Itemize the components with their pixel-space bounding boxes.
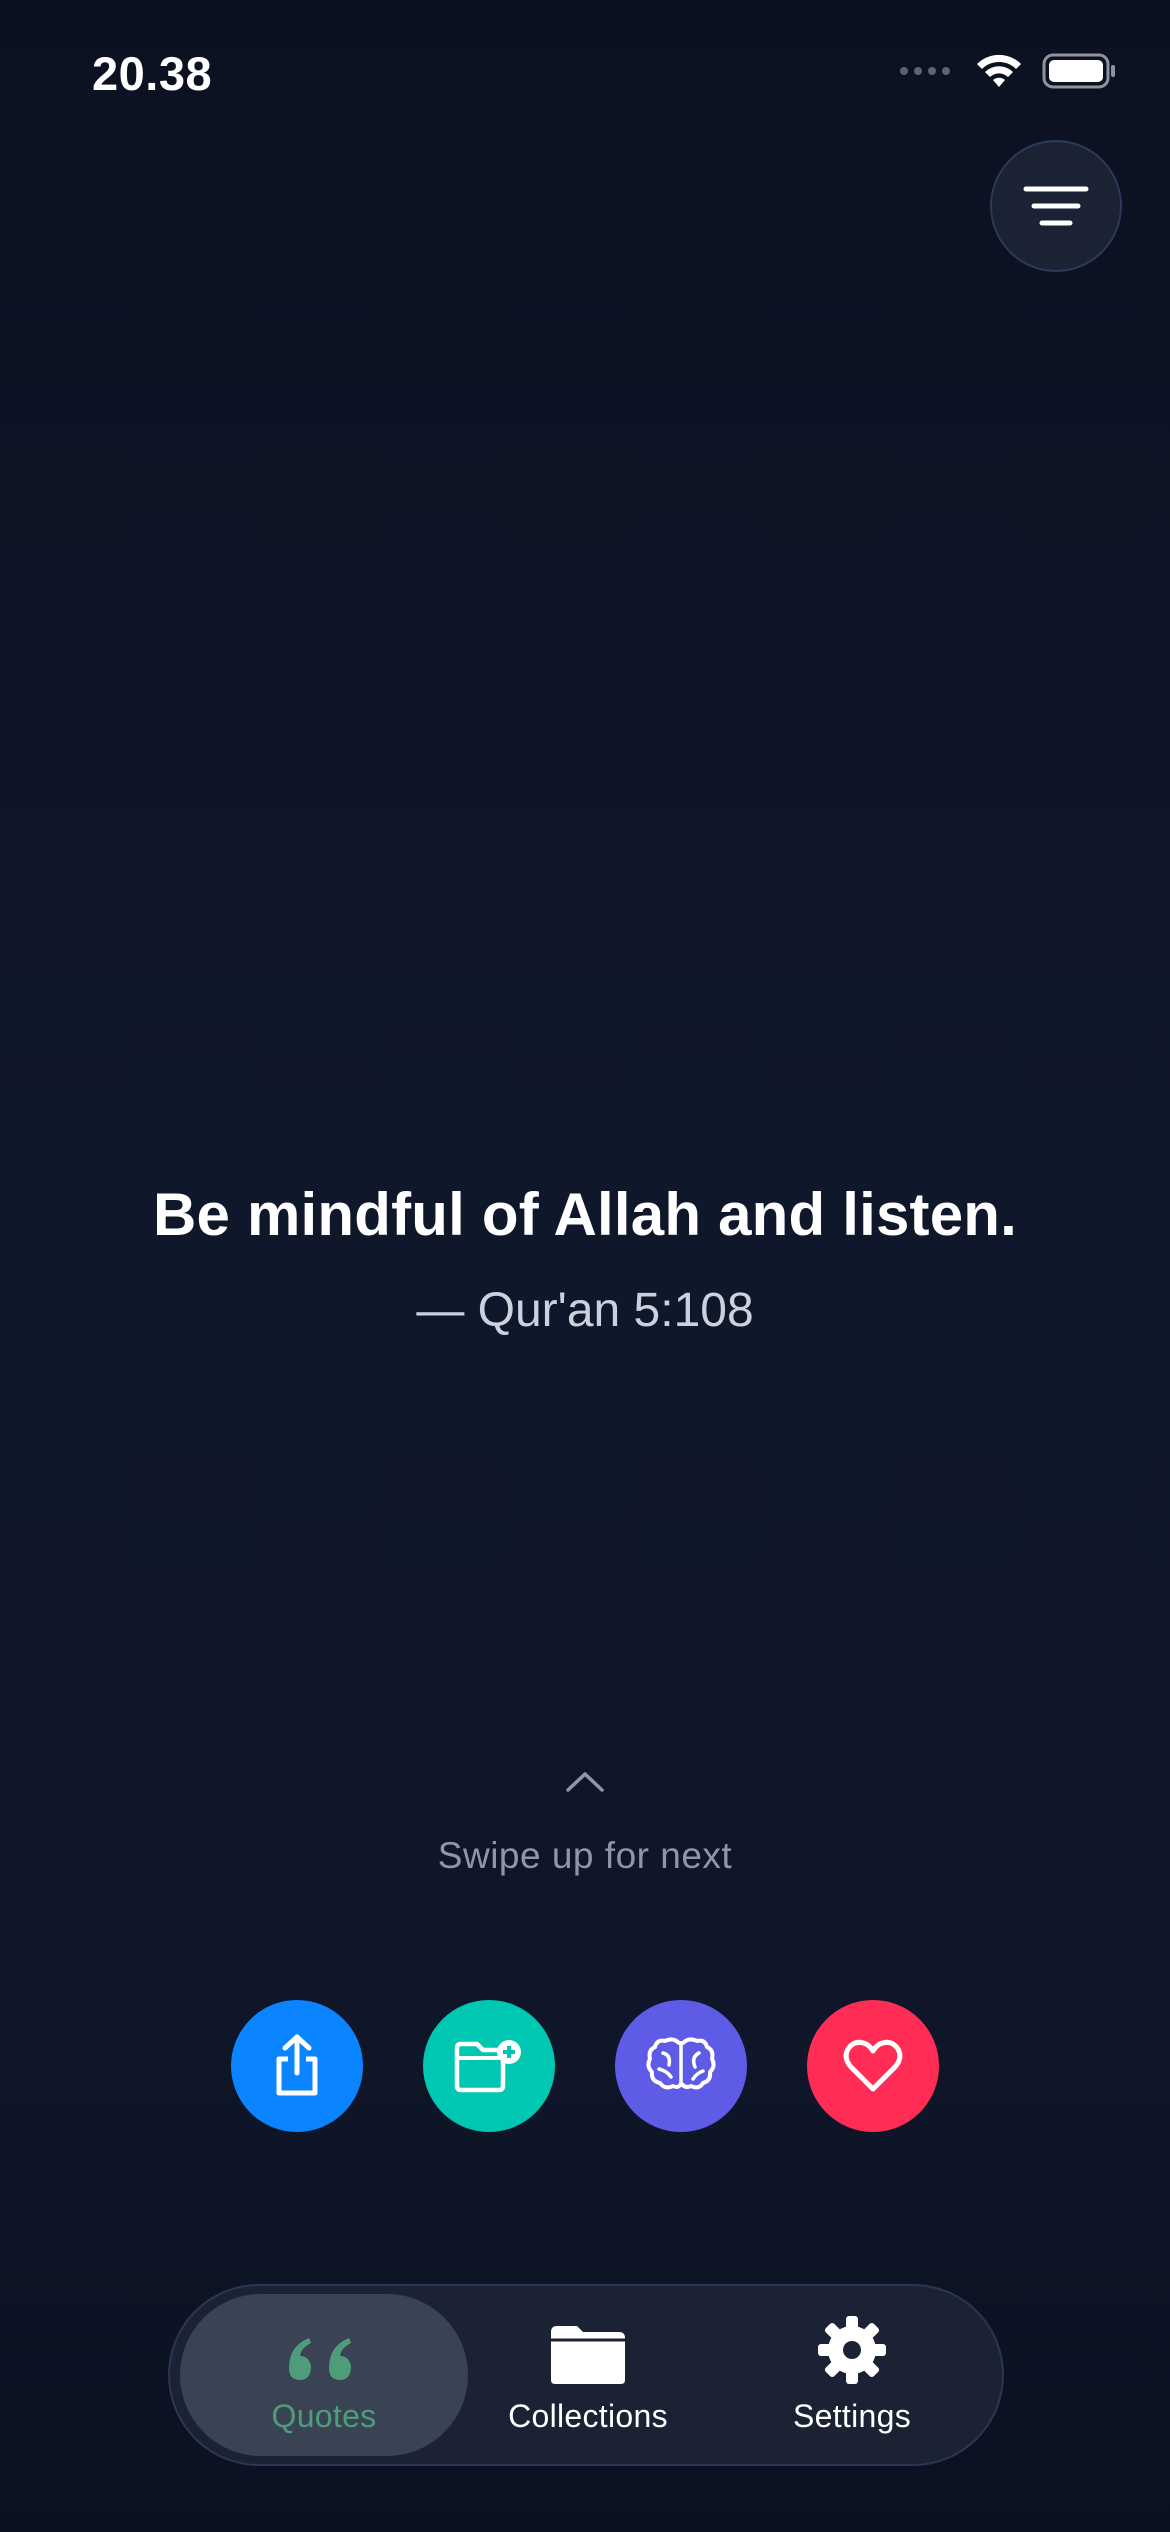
cellular-signal-icon [900, 67, 950, 75]
favorite-button[interactable] [807, 2000, 939, 2132]
battery-icon [1042, 53, 1115, 89]
gear-icon [818, 2315, 886, 2384]
tab-bar: Quotes Collections Settings [168, 2284, 1004, 2466]
tab-label-quotes: Quotes [271, 2397, 377, 2434]
folder-add-icon [454, 2040, 521, 2093]
folder-icon [551, 2325, 625, 2384]
status-time: 20.38 [92, 47, 213, 100]
swipe-hint: Swipe up for next [437, 1835, 733, 1876]
quote-source: — Qur'an 5:108 [416, 1284, 754, 1337]
share-button[interactable] [231, 2000, 363, 2132]
add-to-collection-button[interactable] [423, 2000, 555, 2132]
tab-collections[interactable]: Collections [468, 2294, 708, 2456]
tab-label-collections: Collections [508, 2397, 668, 2434]
menu-button[interactable] [990, 140, 1122, 272]
chevron-up-icon [566, 1772, 604, 1792]
quote-icon [289, 2337, 351, 2380]
tab-label-settings: Settings [792, 2397, 912, 2434]
tab-settings[interactable]: Settings [708, 2294, 996, 2456]
share-icon [276, 2034, 318, 2096]
filter-lines-icon [1023, 186, 1089, 226]
quote-text: Be mindful of Allah and listen. [152, 1181, 1017, 1248]
quote-card: Be mindful of Allah and listen. — Qur'an… [0, 1180, 1170, 1338]
heart-icon [843, 2039, 903, 2092]
wifi-icon [977, 54, 1021, 87]
tab-quotes[interactable]: Quotes [180, 2294, 468, 2456]
reflect-button[interactable] [615, 2000, 747, 2132]
brain-icon [646, 2037, 716, 2090]
status-icons [900, 52, 1118, 90]
